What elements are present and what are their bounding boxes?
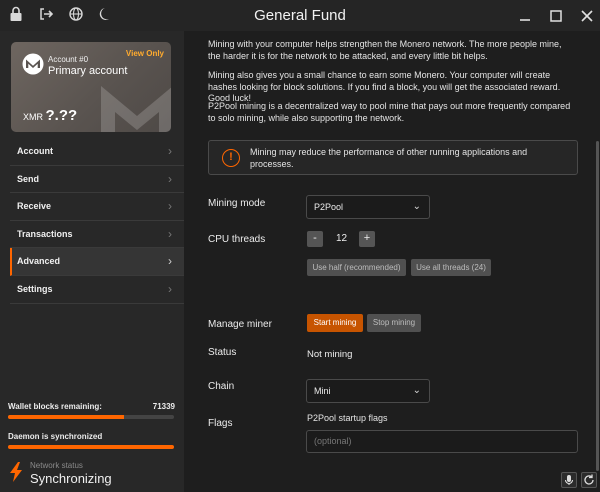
cpu-threads-label: CPU threads — [208, 234, 266, 245]
chevron-down-icon: ⌄ — [412, 385, 421, 396]
main-content: Mining with your computer helps strength… — [184, 31, 600, 492]
sidebar: Account #0 Primary account View Only XMR… — [0, 31, 184, 492]
sidebar-item-settings[interactable]: Settings › — [10, 276, 184, 304]
chevron-right-icon: › — [168, 281, 172, 296]
sidebar-item-send[interactable]: Send › — [10, 166, 184, 194]
sidebar-item-receive[interactable]: Receive › — [10, 193, 184, 221]
mining-mode-select[interactable]: P2Pool ⌄ — [306, 195, 430, 219]
sidebar-item-label: Transactions — [17, 228, 73, 239]
status-value: Not mining — [307, 349, 353, 360]
sidebar-item-advanced[interactable]: Advanced › — [10, 248, 184, 276]
warning-icon: ! — [222, 149, 240, 167]
chain-value: Mini — [314, 386, 331, 396]
chevron-right-icon: › — [168, 144, 172, 158]
daemon-sync-progress — [8, 445, 174, 449]
cpu-threads-decrement-button[interactable]: - — [307, 231, 323, 247]
chevron-right-icon: › — [168, 171, 172, 186]
monero-watermark-icon — [101, 86, 171, 132]
start-mining-button[interactable]: Start mining — [307, 314, 363, 332]
wallet-sync-value: 71339 — [152, 402, 175, 411]
balance: XMR ?.?? — [23, 107, 77, 124]
lightning-icon — [10, 462, 22, 482]
monero-logo-icon — [22, 53, 44, 75]
daemon-sync-label: Daemon is synchronized — [8, 432, 103, 441]
status-label: Status — [208, 347, 237, 358]
refresh-icon — [584, 474, 594, 485]
network-status-value: Synchronizing — [30, 471, 112, 486]
manage-miner-label: Manage miner — [208, 319, 272, 330]
chevron-right-icon: › — [168, 226, 172, 241]
chain-label: Chain — [208, 381, 235, 392]
sidebar-menu: Account › Send › Receive › Transactions … — [10, 138, 184, 304]
microphone-icon — [564, 475, 574, 485]
daemon-sync-progress-fill — [8, 445, 174, 449]
microphone-button[interactable] — [561, 472, 577, 488]
intro-paragraph-2: Mining also gives you a small chance to … — [208, 70, 561, 103]
p2pool-flags-label: P2Pool startup flags — [307, 413, 388, 423]
title-bar: General Fund — [0, 0, 600, 31]
intro-paragraph-3: P2Pool mining is a decentralized way to … — [208, 101, 571, 123]
sidebar-item-account[interactable]: Account › — [10, 138, 184, 166]
cpu-threads-value: 12 — [336, 233, 348, 244]
use-half-threads-button[interactable]: Use half (recommended) — [307, 259, 406, 276]
warning-text: Mining may reduce the performance of oth… — [250, 147, 528, 169]
mining-mode-value: P2Pool — [314, 202, 344, 212]
balance-amount: ?.?? — [45, 107, 78, 124]
sidebar-item-label: Account — [17, 146, 53, 156]
refresh-button[interactable] — [581, 472, 597, 488]
account-number: Account #0 — [48, 55, 89, 64]
warning-box: ! Mining may reduce the performance of o… — [208, 140, 578, 175]
account-name: Primary account — [48, 65, 128, 77]
wallet-sync-progress — [8, 415, 174, 419]
sidebar-item-transactions[interactable]: Transactions › — [10, 221, 184, 249]
flags-label: Flags — [208, 418, 233, 429]
sidebar-item-label: Receive — [17, 201, 52, 212]
maximize-button[interactable] — [545, 5, 567, 27]
wallet-sync-progress-fill — [8, 415, 125, 419]
account-card[interactable]: Account #0 Primary account View Only XMR… — [11, 42, 171, 132]
balance-currency: XMR — [23, 112, 43, 122]
chevron-down-icon: ⌄ — [412, 201, 421, 212]
chain-select[interactable]: Mini ⌄ — [306, 379, 430, 403]
use-all-threads-button[interactable]: Use all threads (24) — [411, 259, 491, 276]
sidebar-item-label: Advanced — [17, 256, 61, 267]
scrollbar[interactable] — [596, 141, 599, 471]
sidebar-item-label: Send — [17, 173, 40, 184]
network-status-label: Network status — [30, 461, 83, 470]
p2pool-flags-input[interactable]: (optional) — [306, 430, 578, 453]
close-button[interactable] — [576, 5, 598, 27]
window-title: General Fund — [254, 7, 346, 24]
mining-mode-label: Mining mode — [208, 198, 266, 209]
stop-mining-button[interactable]: Stop mining — [367, 314, 421, 332]
cpu-threads-increment-button[interactable]: + — [359, 231, 375, 247]
chevron-right-icon: › — [168, 254, 172, 269]
intro-paragraph-1: Mining with your computer helps strength… — [208, 39, 562, 61]
wallet-sync-label: Wallet blocks remaining: — [8, 402, 102, 411]
minimize-button[interactable] — [514, 5, 536, 27]
view-only-badge: View Only — [125, 49, 164, 58]
chevron-right-icon: › — [168, 199, 172, 214]
sidebar-item-label: Settings — [17, 283, 53, 294]
